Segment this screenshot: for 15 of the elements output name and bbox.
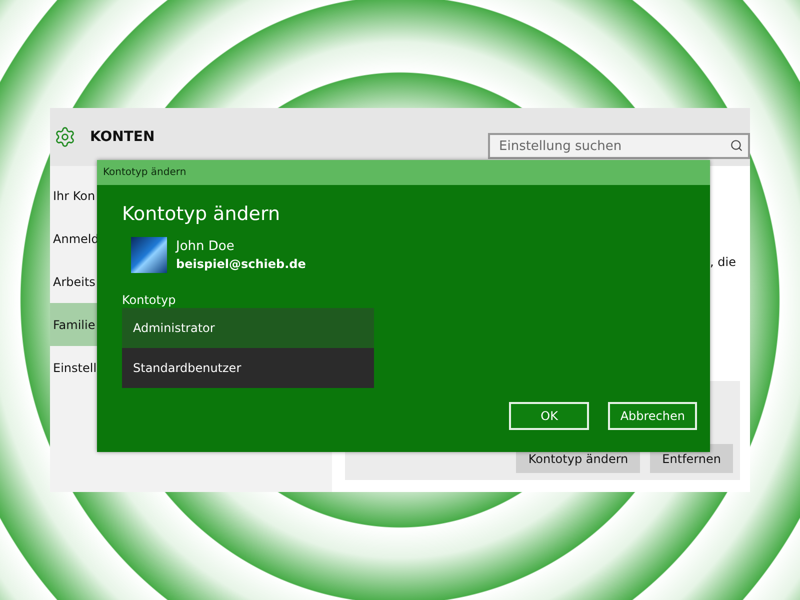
account-type-option[interactable]: Standardbenutzer: [122, 348, 374, 388]
user-email: beispiel@schieb.de: [176, 257, 306, 271]
avatar-image: [131, 237, 167, 273]
user-name: John Doe: [176, 239, 236, 254]
description-text: , die: [710, 255, 736, 269]
settings-icon: [54, 126, 76, 148]
dialog-button[interactable]: OK: [509, 402, 590, 430]
section-title: KONTEN: [90, 129, 156, 145]
search-field[interactable]: Einstellung suchen: [488, 133, 750, 159]
field-label: Kontotyp: [122, 293, 177, 307]
search-icon: [730, 139, 743, 152]
dialog-button[interactable]: Abbrechen: [608, 402, 697, 430]
dialog-titlebar: Kontotyp ändern: [97, 160, 710, 185]
dialog-heading: Kontotyp ändern: [122, 203, 282, 225]
account-type-option[interactable]: Administrator: [122, 308, 374, 348]
